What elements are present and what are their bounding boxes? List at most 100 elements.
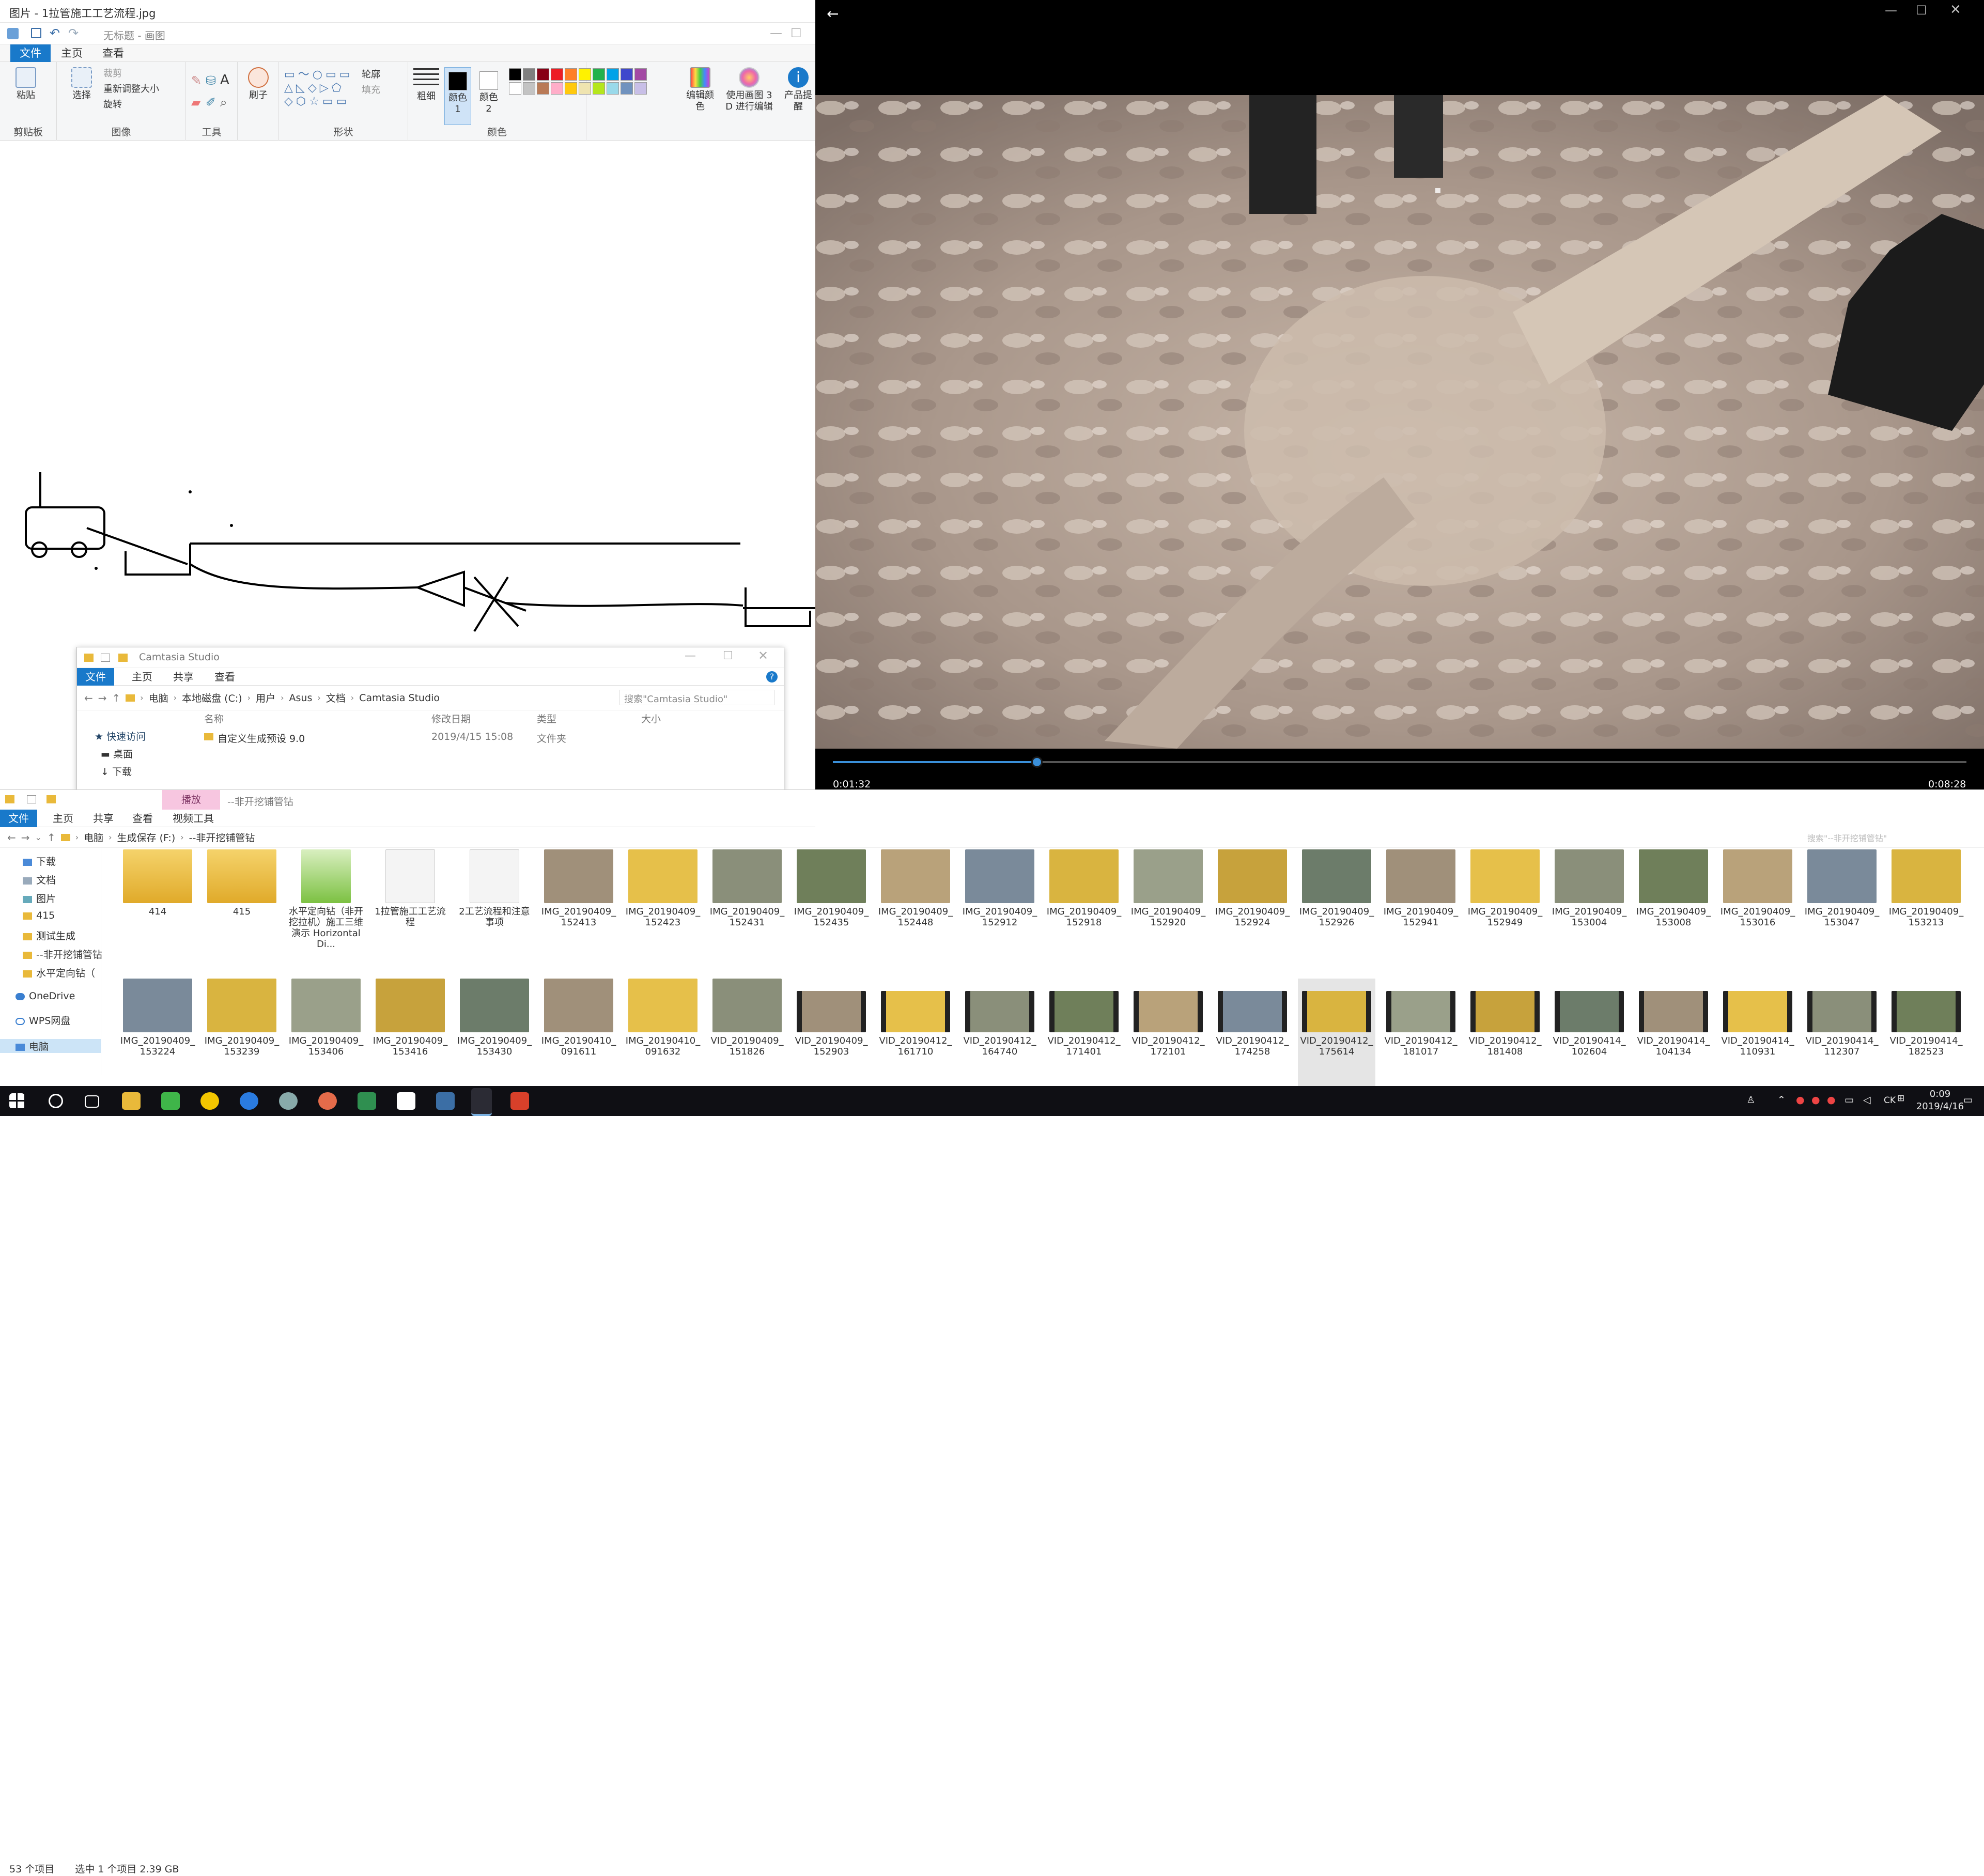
file-item[interactable]: IMG_20190409_153004 bbox=[1551, 849, 1628, 963]
breadcrumb-item[interactable]: Camtasia Studio bbox=[359, 692, 440, 704]
recorder-icon[interactable] bbox=[510, 1092, 529, 1110]
nav-folder-drilling[interactable]: 水平定向钻（ bbox=[23, 966, 95, 980]
file-item[interactable]: IMG_20190409_152912 bbox=[961, 849, 1038, 963]
pencil-icon[interactable]: ✎ bbox=[191, 73, 202, 88]
search-input[interactable]: 搜索"Camtasia Studio" bbox=[619, 690, 774, 705]
file-item[interactable]: VID_20190412_181408 bbox=[1466, 979, 1544, 1092]
spreadsheet-icon[interactable] bbox=[358, 1092, 376, 1110]
photos-icon[interactable] bbox=[436, 1092, 455, 1110]
sogou-icon[interactable] bbox=[240, 1092, 258, 1110]
breadcrumb-item[interactable]: 本地磁盘 (C:) bbox=[182, 691, 242, 705]
maximize-icon[interactable]: ☐ bbox=[791, 26, 802, 40]
person-icon[interactable]: ♙ bbox=[1746, 1094, 1755, 1106]
file-item[interactable]: IMG_20190409_153406 bbox=[287, 979, 365, 1092]
seek-thumb[interactable] bbox=[1031, 756, 1043, 768]
tab-view[interactable]: 查看 bbox=[206, 668, 243, 686]
minimize-icon[interactable]: — bbox=[770, 26, 782, 40]
table-row[interactable]: 自定义生成预设 9.0 2019/4/15 15:08 文件夹 bbox=[204, 731, 772, 747]
task-view-icon[interactable] bbox=[85, 1095, 99, 1108]
clock[interactable]: 0:09 2019/4/16 bbox=[1912, 1088, 1969, 1113]
paste-button[interactable]: 粘贴 bbox=[10, 67, 41, 101]
breadcrumb-item[interactable]: Asus bbox=[289, 692, 313, 704]
color-swatch[interactable] bbox=[621, 68, 633, 81]
file-item[interactable]: IMG_20190409_153016 bbox=[1719, 849, 1796, 963]
file-item[interactable]: IMG_20190409_153239 bbox=[203, 979, 281, 1092]
help-icon[interactable]: ? bbox=[766, 671, 778, 683]
nav-downloads[interactable]: ↓ 下载 bbox=[101, 764, 132, 778]
tab-home[interactable]: 主页 bbox=[44, 810, 82, 827]
file-item[interactable]: VID_20190409_151826 bbox=[708, 979, 786, 1092]
ime-indicator[interactable]: CK bbox=[1884, 1095, 1896, 1106]
nav-quick-access[interactable]: ★ 快速访问 bbox=[95, 729, 146, 743]
nav-wps-drive[interactable]: WPS网盘 bbox=[16, 1013, 70, 1027]
file-item[interactable]: IMG_20190409_152920 bbox=[1129, 849, 1207, 963]
magnifier-icon[interactable]: ⌕ bbox=[220, 95, 227, 110]
file-explorer-icon[interactable] bbox=[122, 1092, 141, 1110]
color-swatch[interactable] bbox=[551, 68, 563, 81]
minimize-icon[interactable]: — bbox=[1885, 3, 1897, 18]
file-item[interactable]: VID_20190414_110931 bbox=[1719, 979, 1796, 1092]
file-item[interactable]: IMG_20190409_152423 bbox=[624, 849, 702, 963]
close-icon[interactable]: ✕ bbox=[758, 648, 768, 663]
forward-icon[interactable]: → bbox=[98, 692, 107, 704]
nav-documents[interactable]: 文档 bbox=[23, 873, 56, 887]
color-picker-icon[interactable]: ✐ bbox=[206, 95, 216, 110]
file-item[interactable]: VID_20190412_161710 bbox=[877, 979, 954, 1092]
color-swatch[interactable] bbox=[607, 82, 619, 95]
paint-icon[interactable] bbox=[397, 1092, 415, 1110]
file-item[interactable]: 1拉管施工工艺流程 bbox=[371, 849, 449, 963]
nav-folder-test[interactable]: 测试生成 bbox=[23, 928, 75, 942]
camtasia-icon[interactable] bbox=[161, 1092, 180, 1110]
file-item[interactable]: IMG_20190410_091611 bbox=[540, 979, 617, 1092]
tray-chevron-icon[interactable]: ⌃ bbox=[1777, 1094, 1786, 1106]
file-item[interactable]: IMG_20190409_152941 bbox=[1382, 849, 1460, 963]
color-swatch[interactable] bbox=[593, 68, 605, 81]
color-swatch[interactable] bbox=[634, 82, 647, 95]
color-swatch[interactable] bbox=[551, 82, 563, 95]
cortana-icon[interactable] bbox=[49, 1094, 63, 1108]
tab-home[interactable]: 主页 bbox=[52, 44, 92, 62]
tab-file[interactable]: 文件 bbox=[0, 810, 37, 827]
file-item[interactable]: 415 bbox=[203, 849, 281, 963]
tab-view[interactable]: 查看 bbox=[124, 810, 161, 827]
search-input[interactable]: 搜索"--非开挖铺管钻" bbox=[1803, 829, 1974, 845]
file-item[interactable]: IMG_20190409_153008 bbox=[1635, 849, 1712, 963]
tray-app-icon[interactable]: ● bbox=[1796, 1094, 1805, 1106]
breadcrumb-item[interactable]: 生成保存 (F:) bbox=[117, 830, 176, 844]
file-item[interactable]: VID_20190412_174258 bbox=[1214, 979, 1291, 1092]
color-swatch[interactable] bbox=[523, 68, 535, 81]
color-swatch[interactable] bbox=[607, 68, 619, 81]
tab-view[interactable]: 查看 bbox=[93, 44, 133, 62]
color-swatch[interactable] bbox=[593, 82, 605, 95]
size-button[interactable]: 粗细 bbox=[413, 68, 439, 102]
file-item[interactable]: 414 bbox=[119, 849, 196, 963]
file-item[interactable]: IMG_20190409_153047 bbox=[1803, 849, 1881, 963]
text-tool-icon[interactable]: A bbox=[220, 72, 229, 88]
color-swatch[interactable] bbox=[537, 68, 549, 81]
back-icon[interactable]: ← bbox=[827, 5, 839, 22]
browser-icon[interactable] bbox=[200, 1092, 219, 1110]
column-date[interactable]: 修改日期 bbox=[431, 711, 471, 725]
minimize-icon[interactable]: — bbox=[685, 649, 696, 662]
properties-icon[interactable] bbox=[101, 654, 110, 662]
tab-file[interactable]: 文件 bbox=[10, 44, 51, 62]
up-icon[interactable]: ↑ bbox=[112, 692, 121, 704]
movies-tv-icon[interactable] bbox=[471, 1088, 492, 1116]
file-item[interactable]: IMG_20190409_153416 bbox=[371, 979, 449, 1092]
nav-desktop[interactable]: ▬ 桌面 bbox=[101, 747, 133, 761]
shapes-gallery[interactable]: ▭〜○▭▭ △◺◇▷⬠ ◇⬡☆▭▭ bbox=[284, 68, 357, 110]
back-icon[interactable]: ← bbox=[84, 692, 93, 704]
file-item[interactable]: VID_20190412_164740 bbox=[961, 979, 1038, 1092]
select-button[interactable]: 选择 bbox=[66, 67, 97, 101]
breadcrumb-item[interactable]: 电脑 bbox=[149, 691, 168, 705]
breadcrumb-item[interactable]: 用户 bbox=[256, 691, 275, 705]
file-item[interactable]: IMG_20190409_152918 bbox=[1045, 849, 1123, 963]
color-swatch[interactable] bbox=[634, 68, 647, 81]
tab-home[interactable]: 主页 bbox=[123, 668, 161, 686]
new-folder-icon[interactable] bbox=[47, 795, 56, 803]
notification-icon[interactable]: ▭ bbox=[1963, 1094, 1973, 1106]
brush-button[interactable]: 刷子 bbox=[243, 67, 274, 101]
column-type[interactable]: 类型 bbox=[537, 711, 556, 725]
color-swatch[interactable] bbox=[579, 82, 591, 95]
file-item[interactable]: VID_20190414_182523 bbox=[1887, 979, 1965, 1092]
